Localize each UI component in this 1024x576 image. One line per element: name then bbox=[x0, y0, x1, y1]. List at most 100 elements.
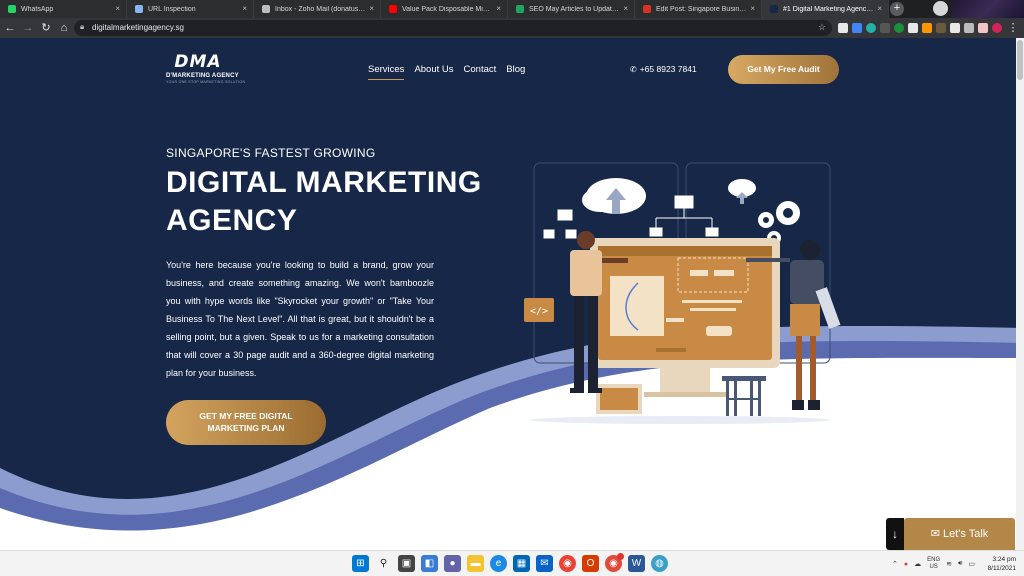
lock-icon: 🔒︎ bbox=[80, 22, 85, 31]
store-icon[interactable]: ▦ bbox=[513, 555, 530, 572]
browser-toolbar: ← → ↻ ⌂ 🔒︎ digitalmarketingagency.sg ☆ ⋮ bbox=[0, 18, 1024, 38]
nav-about-us[interactable]: About Us bbox=[414, 64, 453, 80]
tab-title: Value Pack Disposable Mi… bbox=[402, 5, 490, 13]
back-arrow-icon[interactable]: ← bbox=[3, 21, 17, 35]
browser-tab[interactable]: URL Inspection × bbox=[127, 0, 254, 18]
hero-illustration: </> bbox=[524, 162, 841, 424]
search-icon[interactable]: ⚲ bbox=[375, 555, 392, 572]
tab-close-icon[interactable]: × bbox=[115, 4, 120, 13]
forward-arrow-icon[interactable]: → bbox=[21, 21, 35, 35]
puzzle-icon[interactable] bbox=[964, 23, 974, 33]
phone-link[interactable]: ✆ +65 8923 7841 bbox=[630, 64, 697, 74]
tab-close-icon[interactable]: × bbox=[877, 4, 882, 13]
globe-icon[interactable]: ◍ bbox=[651, 555, 668, 572]
get-free-audit-button[interactable]: Get My Free Audit bbox=[728, 55, 839, 84]
tab-close-icon[interactable]: × bbox=[623, 4, 628, 13]
site-logo[interactable]: DMA D'MARKETING AGENCY YOUR ONE STOP MAR… bbox=[166, 52, 246, 84]
teams-icon[interactable]: ● bbox=[444, 555, 461, 572]
office-icon[interactable]: O bbox=[582, 555, 599, 572]
browser-tab[interactable]: WhatsApp × bbox=[0, 0, 127, 18]
tab-favicon-icon bbox=[770, 5, 778, 13]
cta-line-2: MARKETING PLAN bbox=[207, 423, 285, 433]
lets-talk-button[interactable]: ✉ Let's Talk bbox=[904, 518, 1015, 550]
mail-icon[interactable]: ✉ bbox=[536, 555, 553, 572]
language-indicator[interactable]: ENG US bbox=[927, 557, 940, 571]
clock-time: 3:24 pm bbox=[992, 556, 1017, 563]
logo-tagline: YOUR ONE STOP MARKETING SOLUTION bbox=[166, 80, 246, 84]
scroll-down-button[interactable]: ↓ bbox=[886, 518, 904, 550]
profile-avatar[interactable] bbox=[933, 1, 948, 16]
logo-name: D'MARKETING AGENCY bbox=[166, 73, 239, 79]
tab-title: URL Inspection bbox=[148, 5, 196, 13]
word-icon[interactable]: W bbox=[628, 555, 645, 572]
clock-date: 8/11/2021 bbox=[987, 565, 1016, 572]
tab-favicon-icon bbox=[135, 5, 143, 13]
extension-icon[interactable] bbox=[922, 23, 932, 33]
url-text: digitalmarketingagency.sg bbox=[92, 23, 184, 32]
tab-close-icon[interactable]: × bbox=[496, 4, 501, 13]
code-tag: </> bbox=[530, 306, 548, 317]
tab-title: #1 Digital Marketing Agency | S… bbox=[783, 5, 875, 13]
screen: WhatsApp × URL Inspection × Inbox - Zoho Mai… bbox=[0, 0, 1024, 576]
stool-illustration bbox=[722, 376, 766, 416]
free-marketing-plan-button[interactable]: GET MY FREE DIGITAL MARKETING PLAN bbox=[166, 400, 326, 445]
profile-icon[interactable] bbox=[992, 23, 1002, 33]
security-icon[interactable]: ● bbox=[904, 561, 908, 568]
windows-taskbar: ⊞ ⚲ ▣ ◧ ● ▬ e ▦ ✉ ◉ O ◉ W ◍ ⌃ ● ☁ ENG US … bbox=[0, 550, 1024, 576]
extension-icon[interactable] bbox=[894, 23, 904, 33]
reload-icon[interactable]: ↻ bbox=[39, 21, 53, 35]
chevron-up-icon[interactable]: ⌃ bbox=[892, 560, 898, 568]
tab-close-icon[interactable]: × bbox=[242, 4, 247, 13]
media-icon[interactable] bbox=[978, 23, 988, 33]
tab-title: Edit Post: Singapore Business… bbox=[656, 5, 748, 13]
tab-close-icon[interactable]: × bbox=[369, 4, 374, 13]
chrome-profile-icon[interactable]: ◉ bbox=[605, 553, 624, 572]
home-icon[interactable]: ⌂ bbox=[57, 21, 71, 35]
nav-blog[interactable]: Blog bbox=[506, 64, 525, 80]
page-scrollbar[interactable] bbox=[1016, 38, 1024, 550]
browser-tab[interactable]: SEO May Articles to Update - G…× bbox=[508, 0, 635, 18]
browser-theme-art bbox=[952, 0, 1024, 18]
hero-section: DMA D'MARKETING AGENCY YOUR ONE STOP MAR… bbox=[0, 38, 1024, 550]
bookmark-star-icon[interactable]: ☆ bbox=[818, 22, 826, 33]
hero-body: You're here because you're looking to bu… bbox=[166, 260, 434, 378]
taskbar-apps: ⊞ ⚲ ▣ ◧ ● ▬ e ▦ ✉ ◉ O ◉ W ◍ bbox=[352, 553, 668, 572]
new-tab-button[interactable]: + bbox=[890, 2, 904, 16]
tab-close-icon[interactable]: × bbox=[750, 4, 755, 13]
task-view-icon[interactable]: ▣ bbox=[398, 555, 415, 572]
widgets-icon[interactable]: ◧ bbox=[421, 555, 438, 572]
browser-tab-strip: WhatsApp × URL Inspection × Inbox - Zoho Mai… bbox=[0, 0, 1024, 18]
battery-icon[interactable]: ▭ bbox=[968, 560, 975, 568]
browser-tab[interactable]: Value Pack Disposable Mi… × bbox=[381, 0, 508, 18]
extension-icon[interactable] bbox=[880, 23, 890, 33]
tab-title: Inbox - Zoho Mail (donatus@t… bbox=[275, 5, 367, 13]
edge-icon[interactable]: e bbox=[490, 555, 507, 572]
volume-icon[interactable]: 🔊︎ bbox=[958, 560, 962, 568]
tab-favicon-icon bbox=[262, 5, 270, 13]
menu-dots-icon[interactable]: ⋮ bbox=[1006, 21, 1020, 35]
browser-tab[interactable]: Edit Post: Singapore Business… × bbox=[635, 0, 762, 18]
nav-contact[interactable]: Contact bbox=[464, 64, 497, 80]
nav-services[interactable]: Services bbox=[368, 64, 405, 80]
hero-eyebrow: SINGAPORE'S FASTEST GROWING bbox=[166, 146, 376, 160]
extension-icon[interactable] bbox=[852, 23, 862, 33]
extension-icon[interactable] bbox=[950, 23, 960, 33]
extension-icon[interactable] bbox=[936, 23, 946, 33]
system-tray: ⌃ ● ☁ ENG US ≋ 🔊︎ ▭ bbox=[892, 557, 975, 571]
scrollbar-thumb[interactable] bbox=[1017, 40, 1023, 80]
taskbar-clock[interactable]: 3:24 pm 8/11/2021 bbox=[982, 555, 1016, 573]
address-bar[interactable]: 🔒︎ digitalmarketingagency.sg ☆ bbox=[74, 20, 832, 36]
windows-start-icon[interactable]: ⊞ bbox=[352, 555, 369, 572]
chrome-icon[interactable]: ◉ bbox=[559, 555, 576, 572]
cta-line-1: GET MY FREE DIGITAL bbox=[199, 411, 293, 421]
browser-tab[interactable]: Inbox - Zoho Mail (donatus@t… × bbox=[254, 0, 381, 18]
browser-tab[interactable]: #1 Digital Marketing Agency | S…× bbox=[762, 0, 889, 18]
extension-icon[interactable] bbox=[866, 23, 876, 33]
extension-icon[interactable] bbox=[908, 23, 918, 33]
hero-headline: DIGITAL MARKETING AGENCY bbox=[166, 166, 482, 237]
lang-line-2: US bbox=[929, 564, 938, 570]
extension-icon[interactable] bbox=[838, 23, 848, 33]
wifi-icon[interactable]: ≋ bbox=[946, 560, 952, 568]
onedrive-icon[interactable]: ☁ bbox=[914, 560, 921, 568]
file-explorer-icon[interactable]: ▬ bbox=[467, 555, 484, 572]
